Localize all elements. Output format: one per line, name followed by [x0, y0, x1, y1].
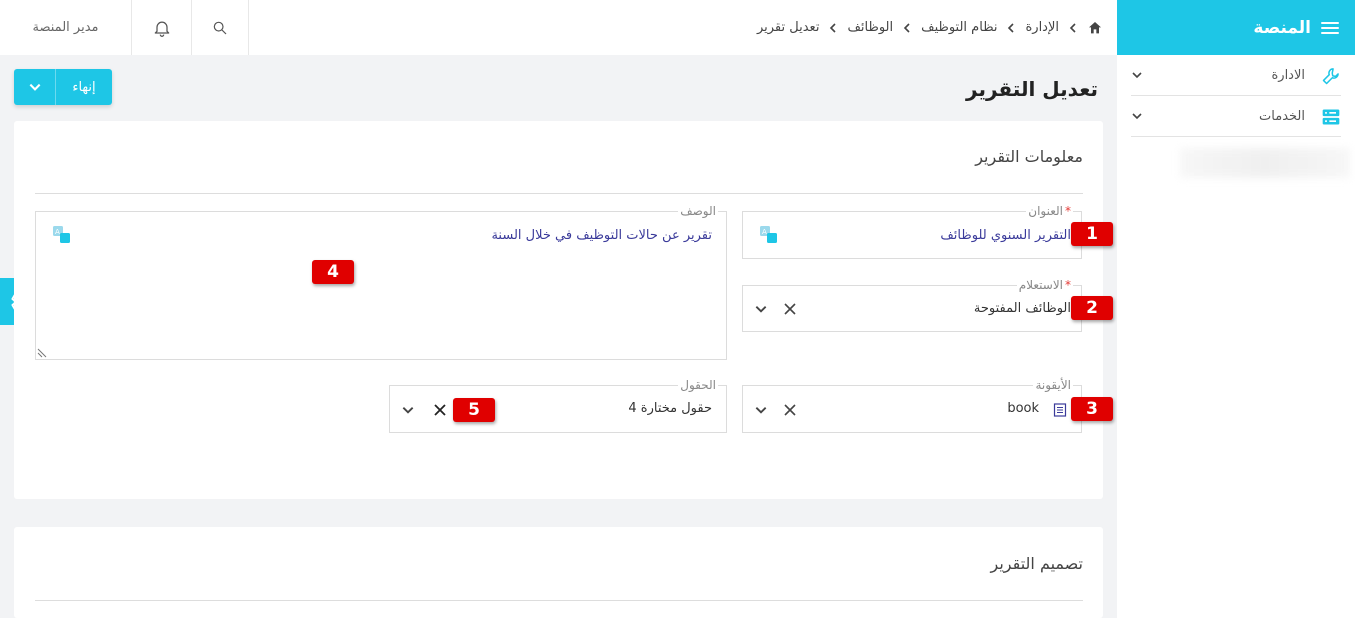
chevron-left-icon: [1005, 22, 1017, 34]
chevron-down-icon[interactable]: [400, 403, 416, 417]
icon-value: book: [1007, 401, 1039, 416]
clear-icon[interactable]: [783, 302, 797, 316]
search-icon: [213, 21, 227, 34]
clear-icon[interactable]: [783, 403, 797, 417]
blurred-sidebar-content: [1180, 148, 1350, 178]
wrench-icon: [1322, 68, 1339, 85]
translate-icon[interactable]: A: [52, 225, 72, 245]
sidebar: المنصة الادارة الخدمات: [1117, 0, 1355, 618]
icon-select[interactable]: الأيقونة book: [742, 378, 1082, 433]
notifications-button[interactable]: [132, 0, 192, 55]
query-select[interactable]: الاستعلام * الوظائف المفتوحة: [742, 278, 1082, 332]
fields-select[interactable]: الحقول 4 حقول مختارة: [389, 378, 727, 433]
finish-dropdown-toggle[interactable]: [14, 69, 56, 105]
title-field-label: العنوان *: [1026, 204, 1073, 218]
resize-handle-icon[interactable]: [37, 348, 47, 358]
hamburger-menu-icon[interactable]: [1321, 21, 1339, 34]
sidebar-item-administration[interactable]: الادارة: [1131, 56, 1341, 96]
query-field-label: الاستعلام *: [1016, 278, 1073, 292]
fields-field-label: الحقول: [678, 378, 718, 392]
translate-icon[interactable]: A: [759, 225, 779, 245]
section-title: تصميم التقرير: [990, 554, 1084, 573]
annotation-marker: 3: [1071, 397, 1113, 421]
title-field[interactable]: العنوان * التقرير السنوي للوظائف A: [742, 204, 1082, 259]
icon-field-label: الأيقونة: [1033, 378, 1073, 392]
topbar: مدير المنصة الإدارة نظام التوظيف الوظائف…: [0, 0, 1117, 55]
svg-text:A: A: [762, 228, 767, 236]
finish-button-label: إنهاء: [72, 79, 96, 95]
svg-text:A: A: [55, 228, 60, 236]
description-field-label: الوصف: [678, 204, 718, 218]
annotation-marker: 1: [1071, 222, 1113, 246]
chevron-down-icon[interactable]: [753, 302, 769, 316]
annotation-marker: 2: [1071, 296, 1113, 320]
description-textarea[interactable]: الوصف تقرير عن حالات التوظيف في خلال الس…: [35, 204, 727, 360]
admin-user-menu[interactable]: مدير المنصة: [0, 0, 132, 55]
chevron-left-icon: [827, 22, 839, 34]
chevron-down-icon: [1132, 72, 1142, 79]
annotation-marker: 5: [453, 398, 495, 422]
section-title: معلومات التقرير: [975, 147, 1083, 166]
book-icon: [1053, 403, 1067, 417]
sidebar-item-services[interactable]: الخدمات: [1131, 97, 1341, 137]
breadcrumb: الإدارة نظام التوظيف الوظائف تعديل تقرير: [757, 0, 1103, 55]
fields-value: 4 حقول مختارة: [628, 401, 712, 416]
sidebar-item-label: الخدمات: [1259, 109, 1305, 124]
chevron-down-icon[interactable]: [753, 403, 769, 417]
description-value: تقرير عن حالات التوظيف في خلال السنة: [491, 228, 712, 243]
chevron-left-icon: [1067, 22, 1079, 34]
admin-name: مدير المنصة: [32, 20, 99, 35]
bell-icon: [154, 21, 169, 37]
breadcrumb-item-hiring-system[interactable]: نظام التوظيف: [921, 20, 997, 35]
divider: [35, 193, 1083, 194]
breadcrumb-item-administration[interactable]: الإدارة: [1025, 20, 1059, 35]
query-value: الوظائف المفتوحة: [973, 301, 1071, 316]
annotation-marker: 4: [312, 260, 354, 284]
title-value: التقرير السنوي للوظائف: [940, 228, 1071, 243]
server-icon: [1322, 109, 1340, 125]
sidebar-header: المنصة: [1117, 0, 1355, 55]
search-button[interactable]: [192, 0, 249, 55]
breadcrumb-item-jobs[interactable]: الوظائف: [847, 20, 893, 35]
chevron-down-icon: [29, 83, 40, 91]
chevron-left-icon: [901, 22, 913, 34]
home-icon[interactable]: [1087, 20, 1103, 36]
finish-button[interactable]: إنهاء: [14, 69, 112, 105]
divider: [35, 600, 1083, 601]
chevron-down-icon: [1132, 113, 1142, 120]
breadcrumb-item-current: تعديل تقرير: [756, 20, 820, 35]
page-title: تعديل التقرير: [966, 77, 1098, 101]
sidebar-item-label: الادارة: [1271, 68, 1305, 83]
clear-icon[interactable]: [433, 403, 447, 417]
report-design-card: تصميم التقرير: [14, 527, 1103, 618]
sidebar-title: المنصة: [1253, 17, 1311, 38]
